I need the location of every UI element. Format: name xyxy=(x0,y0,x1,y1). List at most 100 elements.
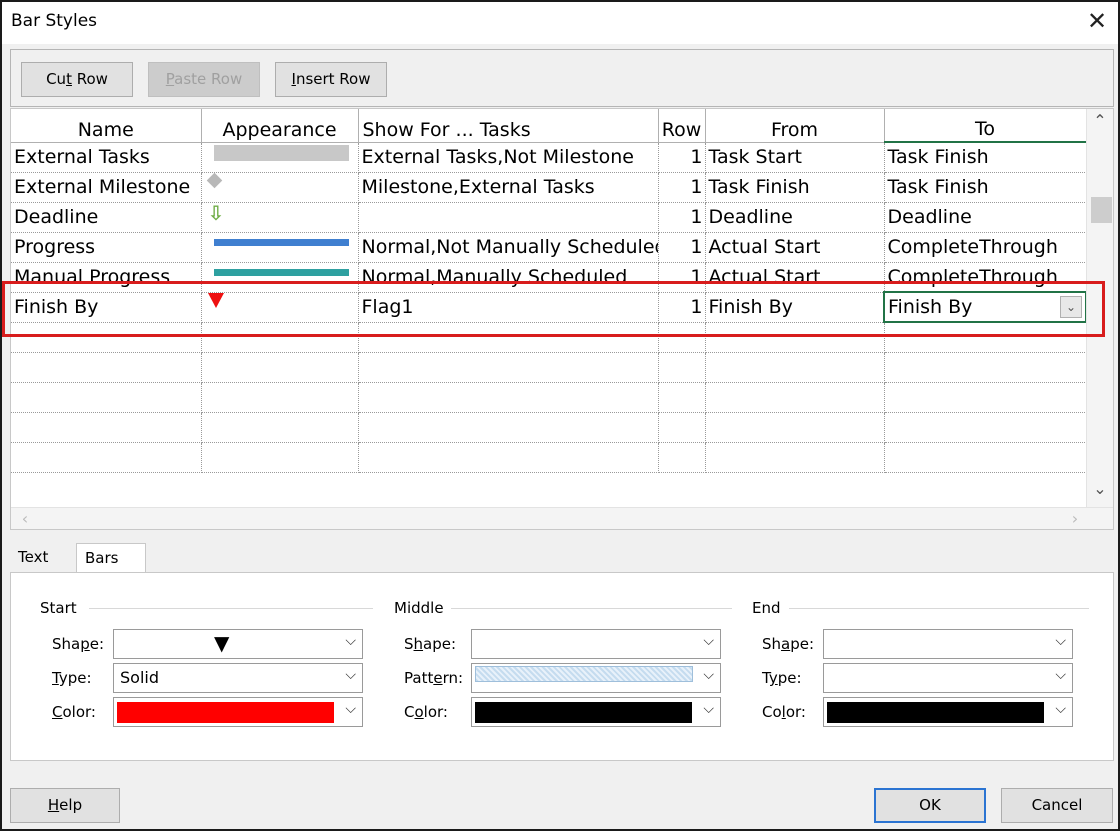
chevron-down-icon: ⌵ xyxy=(345,633,356,649)
cell-from[interactable]: Actual Start xyxy=(705,232,885,263)
cell-show-for[interactable]: Flag1 xyxy=(358,292,659,323)
dialog-title: Bar Styles xyxy=(11,11,98,31)
middle-color-swatch xyxy=(475,702,692,723)
table-row[interactable]: External Tasks External Tasks,Not Milest… xyxy=(11,142,1087,173)
start-type-select[interactable]: Solid ⌵ xyxy=(113,663,363,693)
chevron-down-icon: ⌵ xyxy=(1055,701,1066,717)
start-color-label: Color: xyxy=(52,703,96,721)
middle-color-select[interactable]: ⌵ xyxy=(471,697,721,727)
gray-bar-icon xyxy=(213,145,349,161)
table-row[interactable]: Manual Progress Normal,Manually Schedule… xyxy=(11,262,1087,293)
table-row-empty[interactable] xyxy=(11,442,1087,473)
cell-name[interactable]: Deadline xyxy=(11,202,202,233)
tab-text[interactable]: Text xyxy=(10,543,56,572)
cell-row[interactable]: 1 xyxy=(658,232,706,263)
column-header-appearance[interactable]: Appearance xyxy=(201,109,359,143)
cell-row[interactable]: 1 xyxy=(658,202,706,233)
end-type-select[interactable]: ⌵ xyxy=(823,663,1073,693)
table-row[interactable]: External Milestone Milestone,External Ta… xyxy=(11,172,1087,203)
cell-from[interactable]: Task Finish xyxy=(705,172,885,203)
start-group-label: Start xyxy=(40,599,77,617)
insert-row-button[interactable]: Insert Row xyxy=(275,62,387,97)
column-header-show-for[interactable]: Show For ... Tasks xyxy=(358,109,659,143)
end-color-select[interactable]: ⌵ xyxy=(823,697,1073,727)
cell-to[interactable]: Task Finish xyxy=(884,142,1087,173)
start-shape-select[interactable]: ▼ ⌵ xyxy=(113,629,363,659)
column-header-from[interactable]: From xyxy=(705,109,885,143)
cell-to-selected[interactable]: Finish By ⌄ xyxy=(883,291,1087,323)
middle-divider xyxy=(451,608,732,609)
cell-name[interactable]: Manual Progress xyxy=(11,262,202,293)
cell-show-for[interactable] xyxy=(358,202,659,233)
chevron-down-icon: ⌵ xyxy=(345,667,356,683)
cell-show-for[interactable]: Normal,Manually Scheduled xyxy=(358,262,659,293)
scroll-up-icon[interactable]: ⌃ xyxy=(1088,111,1112,130)
middle-group-label: Middle xyxy=(394,599,444,617)
close-icon[interactable]: ✕ xyxy=(1084,8,1110,34)
table-row-empty[interactable] xyxy=(11,322,1087,353)
chevron-down-icon: ⌵ xyxy=(703,667,714,683)
cell-appearance[interactable] xyxy=(201,172,359,203)
cancel-button[interactable]: Cancel xyxy=(1001,788,1113,823)
cell-name[interactable]: Finish By xyxy=(11,292,202,323)
cell-row[interactable]: 1 xyxy=(658,292,706,323)
cell-name[interactable]: External Milestone xyxy=(11,172,202,203)
cell-row[interactable]: 1 xyxy=(658,172,706,203)
table-row-empty[interactable] xyxy=(11,412,1087,443)
start-color-swatch xyxy=(117,702,334,723)
scroll-left-icon[interactable]: ‹ xyxy=(13,509,37,528)
cell-from[interactable]: Task Start xyxy=(705,142,885,173)
middle-pattern-select[interactable]: ⌵ xyxy=(471,663,721,693)
middle-pattern-label: Pattern: xyxy=(404,669,464,687)
cell-appearance[interactable] xyxy=(201,142,359,173)
help-button[interactable]: Help xyxy=(10,788,120,823)
scroll-right-icon[interactable]: › xyxy=(1063,509,1087,528)
cell-to-value: Finish By xyxy=(888,296,973,318)
cell-show-for[interactable]: External Tasks,Not Milestone xyxy=(358,142,659,173)
cell-name[interactable]: External Tasks xyxy=(11,142,202,173)
cell-from[interactable]: Deadline xyxy=(705,202,885,233)
table-row[interactable]: Deadline ⇩ 1 Deadline Deadline xyxy=(11,202,1087,233)
middle-shape-select[interactable]: ⌵ xyxy=(471,629,721,659)
cell-appearance[interactable] xyxy=(201,262,359,293)
start-divider xyxy=(89,608,373,609)
red-triangle-icon xyxy=(207,293,224,308)
cell-appearance[interactable] xyxy=(201,292,359,323)
start-shape-label: Shape: xyxy=(52,635,105,653)
column-header-name[interactable]: Name xyxy=(11,109,202,143)
column-header-row[interactable]: Row xyxy=(658,109,706,143)
cell-row[interactable]: 1 xyxy=(658,262,706,293)
start-color-select[interactable]: ⌵ xyxy=(113,697,363,727)
table-row-empty[interactable] xyxy=(11,382,1087,413)
teal-thin-bar-icon xyxy=(213,269,349,276)
chevron-down-icon: ⌵ xyxy=(703,701,714,717)
cut-row-button[interactable]: Cut Row xyxy=(21,62,133,97)
table-row-empty[interactable] xyxy=(11,352,1087,383)
vertical-scrollbar[interactable]: ⌃ ⌄ xyxy=(1086,109,1113,509)
cell-to[interactable]: CompleteThrough xyxy=(884,232,1087,263)
cell-show-for[interactable]: Normal,Not Manually Scheduled xyxy=(358,232,659,263)
cell-from[interactable]: Finish By xyxy=(705,292,885,323)
cell-appearance[interactable]: ⇩ xyxy=(201,202,359,233)
end-shape-select[interactable]: ⌵ xyxy=(823,629,1073,659)
end-divider xyxy=(789,608,1089,609)
cell-row[interactable]: 1 xyxy=(658,142,706,173)
paste-row-button[interactable]: Paste Row xyxy=(148,62,260,97)
scroll-down-icon[interactable]: ⌄ xyxy=(1088,479,1112,498)
cell-to[interactable]: CompleteThrough xyxy=(884,262,1087,293)
scrollbar-thumb[interactable] xyxy=(1091,197,1112,223)
column-header-to[interactable]: To xyxy=(884,109,1087,143)
cell-from[interactable]: Actual Start xyxy=(705,262,885,293)
gray-diamond-icon xyxy=(206,172,222,189)
cell-name[interactable]: Progress xyxy=(11,232,202,263)
cell-to[interactable]: Deadline xyxy=(884,202,1087,233)
table-row[interactable]: Progress Normal,Not Manually Scheduled 1… xyxy=(11,232,1087,263)
chevron-down-icon[interactable]: ⌄ xyxy=(1060,296,1082,318)
horizontal-scrollbar[interactable]: ‹ › xyxy=(11,507,1113,529)
ok-button[interactable]: OK xyxy=(874,788,986,823)
tab-bars[interactable]: Bars xyxy=(76,543,146,573)
cell-to[interactable]: Task Finish xyxy=(884,172,1087,203)
cell-show-for[interactable]: Milestone,External Tasks xyxy=(358,172,659,203)
table-row-selected[interactable]: Finish By Flag1 1 Finish By Finish By ⌄ xyxy=(11,291,1087,323)
cell-appearance[interactable] xyxy=(201,232,359,263)
